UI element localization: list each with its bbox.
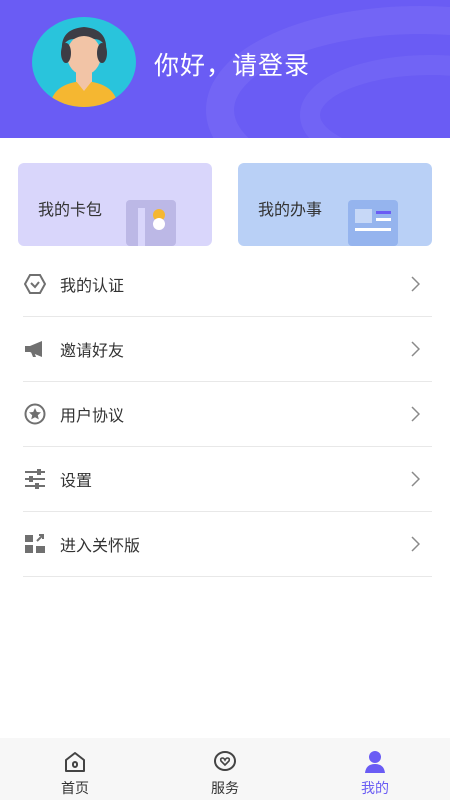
profile-header: 你好，请登录 [0, 0, 450, 138]
menu-item-care-mode[interactable]: 进入关怀版 [23, 512, 432, 577]
menu-item-label: 进入关怀版 [60, 536, 141, 555]
tab-mine[interactable]: 我的 [300, 738, 450, 800]
menu-item-certification[interactable]: 我的认证 [23, 252, 432, 317]
menu-item-label: 用户协议 [60, 406, 125, 425]
menu-item-settings[interactable]: 设置 [23, 447, 432, 512]
menu-item-label: 邀请好友 [60, 341, 125, 360]
chevron-right-icon [411, 276, 420, 292]
tab-label: 首页 [61, 781, 89, 797]
tab-services[interactable]: 服务 [150, 738, 300, 800]
heart-chat-icon [214, 751, 236, 771]
shield-check-icon [23, 272, 47, 296]
card-affairs-label: 我的办事 [258, 200, 323, 219]
tab-home[interactable]: 首页 [0, 738, 150, 800]
user-icon [365, 751, 385, 773]
card-icon [126, 200, 176, 246]
chevron-right-icon [411, 471, 420, 487]
menu-item-label: 设置 [60, 471, 93, 490]
card-wallet-label: 我的卡包 [38, 200, 103, 219]
menu-item-invite[interactable]: 邀请好友 [23, 317, 432, 382]
megaphone-icon [23, 337, 47, 361]
bottom-tab-bar: 首页 服务 我的 [0, 738, 450, 800]
card-wallet[interactable]: 我的卡包 [18, 163, 212, 246]
chevron-right-icon [411, 341, 420, 357]
menu-list: 我的认证 邀请好友 用户协议 设置 进入关怀版 [23, 252, 432, 577]
chevron-right-icon [411, 536, 420, 552]
home-icon [65, 752, 85, 772]
avatar[interactable] [32, 17, 136, 107]
care-mode-icon [23, 532, 47, 556]
avatar-person-icon [50, 27, 118, 107]
chevron-right-icon [411, 406, 420, 422]
login-prompt[interactable]: 你好，请登录 [154, 46, 310, 82]
card-affairs[interactable]: 我的办事 [238, 163, 432, 246]
tab-label: 我的 [361, 781, 389, 797]
menu-item-label: 我的认证 [60, 276, 125, 295]
document-icon [348, 200, 398, 246]
menu-item-agreement[interactable]: 用户协议 [23, 382, 432, 447]
tab-label: 服务 [211, 781, 239, 797]
star-badge-icon [23, 402, 47, 426]
sliders-icon [23, 467, 47, 491]
